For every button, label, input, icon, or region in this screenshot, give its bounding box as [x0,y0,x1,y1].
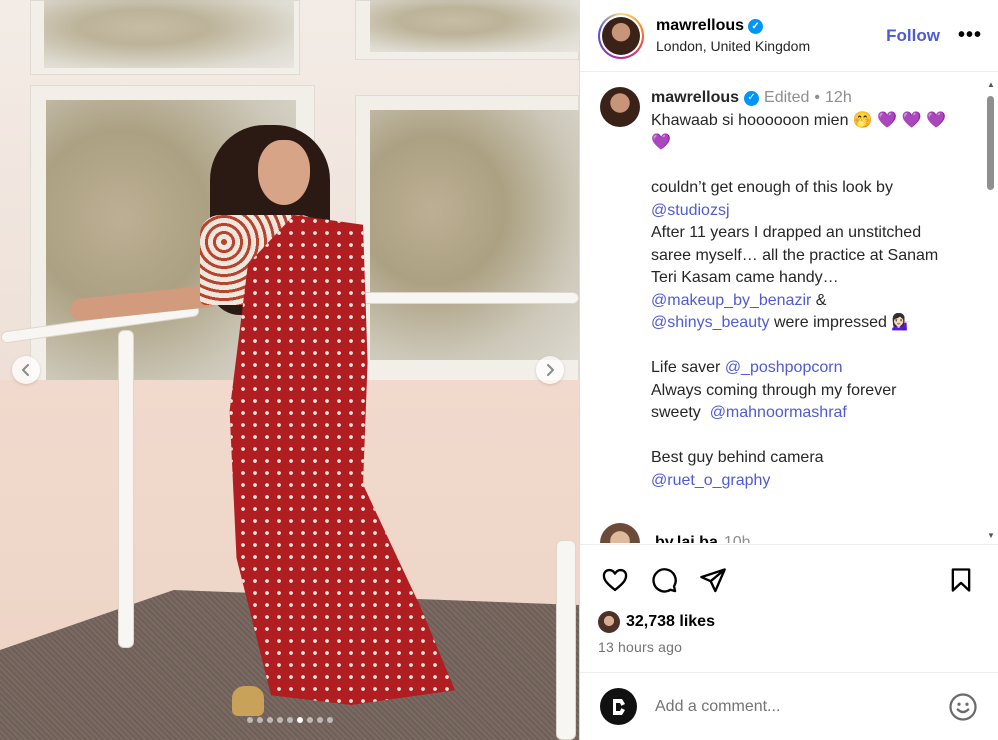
post-header: mawrellous ✓ London, United Kingdom Foll… [580,0,998,72]
mention-link[interactable]: @_poshpopcorn [725,359,843,376]
heart-icon [602,568,628,592]
comment-input[interactable] [655,697,948,716]
railing-post [118,330,134,648]
verified-badge-icon: ✓ [744,90,760,106]
mention-link[interactable]: @ruet_o_graphy [651,472,770,489]
mention-link[interactable]: @makeup_by_benazir [651,292,811,309]
avatar [602,16,640,55]
separator: • [814,89,821,106]
likes-count[interactable]: 32,738 likes [626,613,715,631]
caption-line: saree myself… all the practice at Sanam [651,246,939,264]
post-details-panel: mawrellous ✓ London, United Kingdom Foll… [579,0,998,740]
post-modal: mawrellous ✓ London, United Kingdom Foll… [0,0,998,740]
carousel-dot [246,717,253,723]
caption-line: Always coming through my forever [651,381,897,399]
carousel-dot [296,717,303,723]
share-button[interactable] [696,563,730,597]
window-pane [370,0,579,52]
mention-link[interactable]: @shinys_beauty [651,314,770,331]
carousel-dot [256,717,263,723]
carousel-dot [316,717,323,723]
likes-row: 32,738 likes [598,611,978,633]
carousel-indicator [0,717,579,723]
comment-author[interactable]: by.lai.ba [655,534,718,543]
caption-line: Teri Kasam came handy… [651,269,839,286]
avatar[interactable] [600,523,640,543]
carousel-dot [286,717,293,723]
author-avatar-story-ring[interactable] [598,12,644,59]
liker-avatar[interactable] [598,611,620,633]
more-options-icon[interactable]: ••• [958,24,982,47]
post-location[interactable]: London, United Kingdom [656,38,886,54]
user-logo-icon [612,698,625,715]
comments-scrollbar[interactable]: ▲ ▼ [986,80,995,540]
caption-line: 💜 [651,134,671,151]
caption: mawrellous ✓ Edited • 12h Khawaab si hoo… [600,87,974,492]
railing-top-right [355,292,579,304]
bookmark-icon [951,568,971,592]
caption-age[interactable]: 12h [825,87,852,110]
caption-line: After 11 years I drapped an unstitched [651,224,922,241]
action-bar: 32,738 likes 13 hours ago [580,544,998,655]
caption-author[interactable]: mawrellous [651,87,739,110]
scrollbar-thumb[interactable] [987,96,994,190]
carousel-dot [266,717,273,723]
previous-image-button[interactable] [12,356,40,384]
post-timestamp[interactable]: 13 hours ago [598,639,978,655]
comment-age: 10h [723,534,751,543]
mention-link[interactable]: @studiozsj [651,202,730,219]
mention-link[interactable]: @mahnoormashraf [710,404,847,421]
railing-post-right [556,540,576,740]
scroll-up-arrow-icon[interactable]: ▲ [987,80,995,89]
window-pane [44,0,294,68]
emoji-button[interactable] [948,692,978,722]
caption-text: sweety [651,404,710,421]
carousel-dot [326,717,333,723]
add-comment-bar [580,672,998,740]
comment-item: by.lai.ba 10h [600,523,751,543]
caption-text: & [811,291,827,309]
post-image[interactable] [0,0,579,740]
author-username[interactable]: mawrellous [656,17,744,35]
save-button[interactable] [944,563,978,597]
caption-text: Life saver [651,359,725,376]
like-button[interactable] [598,563,632,597]
window-pane [370,110,579,360]
carousel-dot [306,717,313,723]
caption-line: Best guy behind camera [651,449,824,466]
caption-line: couldn’t get enough of this look by [651,179,893,196]
smiley-icon [949,692,977,721]
carousel-dot [276,717,283,723]
next-image-button[interactable] [536,356,564,384]
verified-badge-icon: ✓ [748,18,764,34]
avatar[interactable] [600,87,640,127]
paper-plane-icon [700,568,726,593]
sandal [232,686,264,716]
chevron-right-icon [547,364,554,376]
comment-button[interactable] [647,563,681,597]
scroll-down-arrow-icon[interactable]: ▼ [987,531,995,540]
current-user-avatar[interactable] [600,688,637,725]
chevron-left-icon [22,364,29,376]
caption-text: were impressed 💁🏻‍♀️ [769,314,912,331]
follow-button[interactable]: Follow [886,26,940,46]
edited-label: Edited [764,89,810,106]
comments-section[interactable]: mawrellous ✓ Edited • 12h Khawaab si hoo… [580,73,998,543]
caption-line: Khawaab si hoooooon mien 🤭 💜 💜 💜 [651,111,946,129]
face [258,140,310,205]
comment-bubble-icon [652,568,677,593]
